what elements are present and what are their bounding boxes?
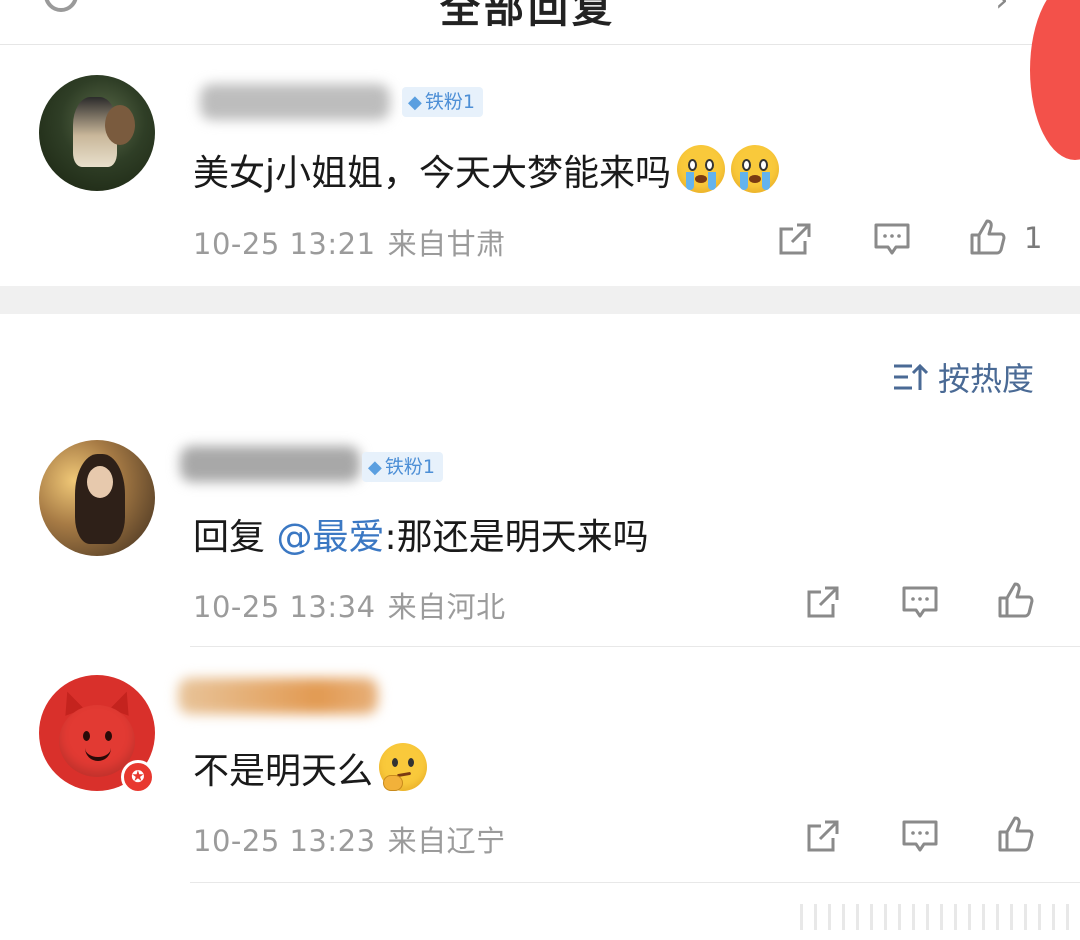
comment-text: 美女j小姐姐，今天大梦能来吗 xyxy=(193,144,780,196)
mention-link[interactable]: @最爱 xyxy=(276,517,384,558)
comment-location: 来自辽宁 xyxy=(387,824,506,858)
top-bar: 全部回复 › xyxy=(0,0,1080,45)
back-icon[interactable] xyxy=(44,0,78,12)
comment-text: 回复 @最爱:那还是明天来吗 xyxy=(193,517,649,558)
username-blurred[interactable] xyxy=(178,678,378,714)
more-icon[interactable]: › xyxy=(995,0,1009,20)
like-icon[interactable] xyxy=(968,217,1008,257)
sort-icon xyxy=(894,363,928,390)
user-avatar[interactable] xyxy=(39,75,155,191)
verified-star-icon: ✪ xyxy=(121,760,155,794)
like-count: 1 xyxy=(1024,221,1043,255)
comment-time: 10-25 13:23 xyxy=(193,824,376,858)
like-icon[interactable] xyxy=(996,814,1036,854)
bottom-decoration xyxy=(800,904,1070,930)
diamond-icon: ◆ xyxy=(368,457,382,478)
floating-decoration xyxy=(1030,0,1080,160)
comment-location: 来自河北 xyxy=(387,590,506,624)
user-avatar[interactable] xyxy=(39,440,155,556)
divider xyxy=(190,882,1080,883)
diamond-icon: ◆ xyxy=(408,92,422,113)
thinking-emoji xyxy=(379,743,428,791)
rank-badge[interactable]: ◆ 铁粉1 xyxy=(402,87,483,117)
sort-by-hot-button[interactable]: 按热度 xyxy=(892,354,1034,398)
comment-meta: 10-25 13:21 来自甘肃 xyxy=(193,221,506,263)
comment-icon[interactable] xyxy=(900,816,940,856)
rank-badge[interactable]: ◆ 铁粉1 xyxy=(362,452,443,482)
username-blurred[interactable] xyxy=(200,84,390,120)
comment-time: 10-25 13:21 xyxy=(193,227,376,261)
section-divider xyxy=(0,286,1080,314)
comment-text: 不是明天么 xyxy=(193,742,428,794)
comment-meta: 10-25 13:23 来自辽宁 xyxy=(193,818,506,860)
share-icon[interactable] xyxy=(775,219,815,259)
comment-icon[interactable] xyxy=(900,582,940,622)
crying-emoji xyxy=(677,145,726,193)
comment-location: 来自甘肃 xyxy=(387,227,506,261)
comment-icon[interactable] xyxy=(872,219,912,259)
share-icon[interactable] xyxy=(803,816,843,856)
like-icon[interactable] xyxy=(996,580,1036,620)
comment-meta: 10-25 13:34 来自河北 xyxy=(193,584,506,626)
divider xyxy=(190,646,1080,647)
page-title: 全部回复 xyxy=(440,0,616,32)
username-blurred[interactable] xyxy=(180,446,360,482)
comment-time: 10-25 13:34 xyxy=(193,590,376,624)
share-icon[interactable] xyxy=(803,582,843,622)
crying-emoji xyxy=(731,145,780,193)
